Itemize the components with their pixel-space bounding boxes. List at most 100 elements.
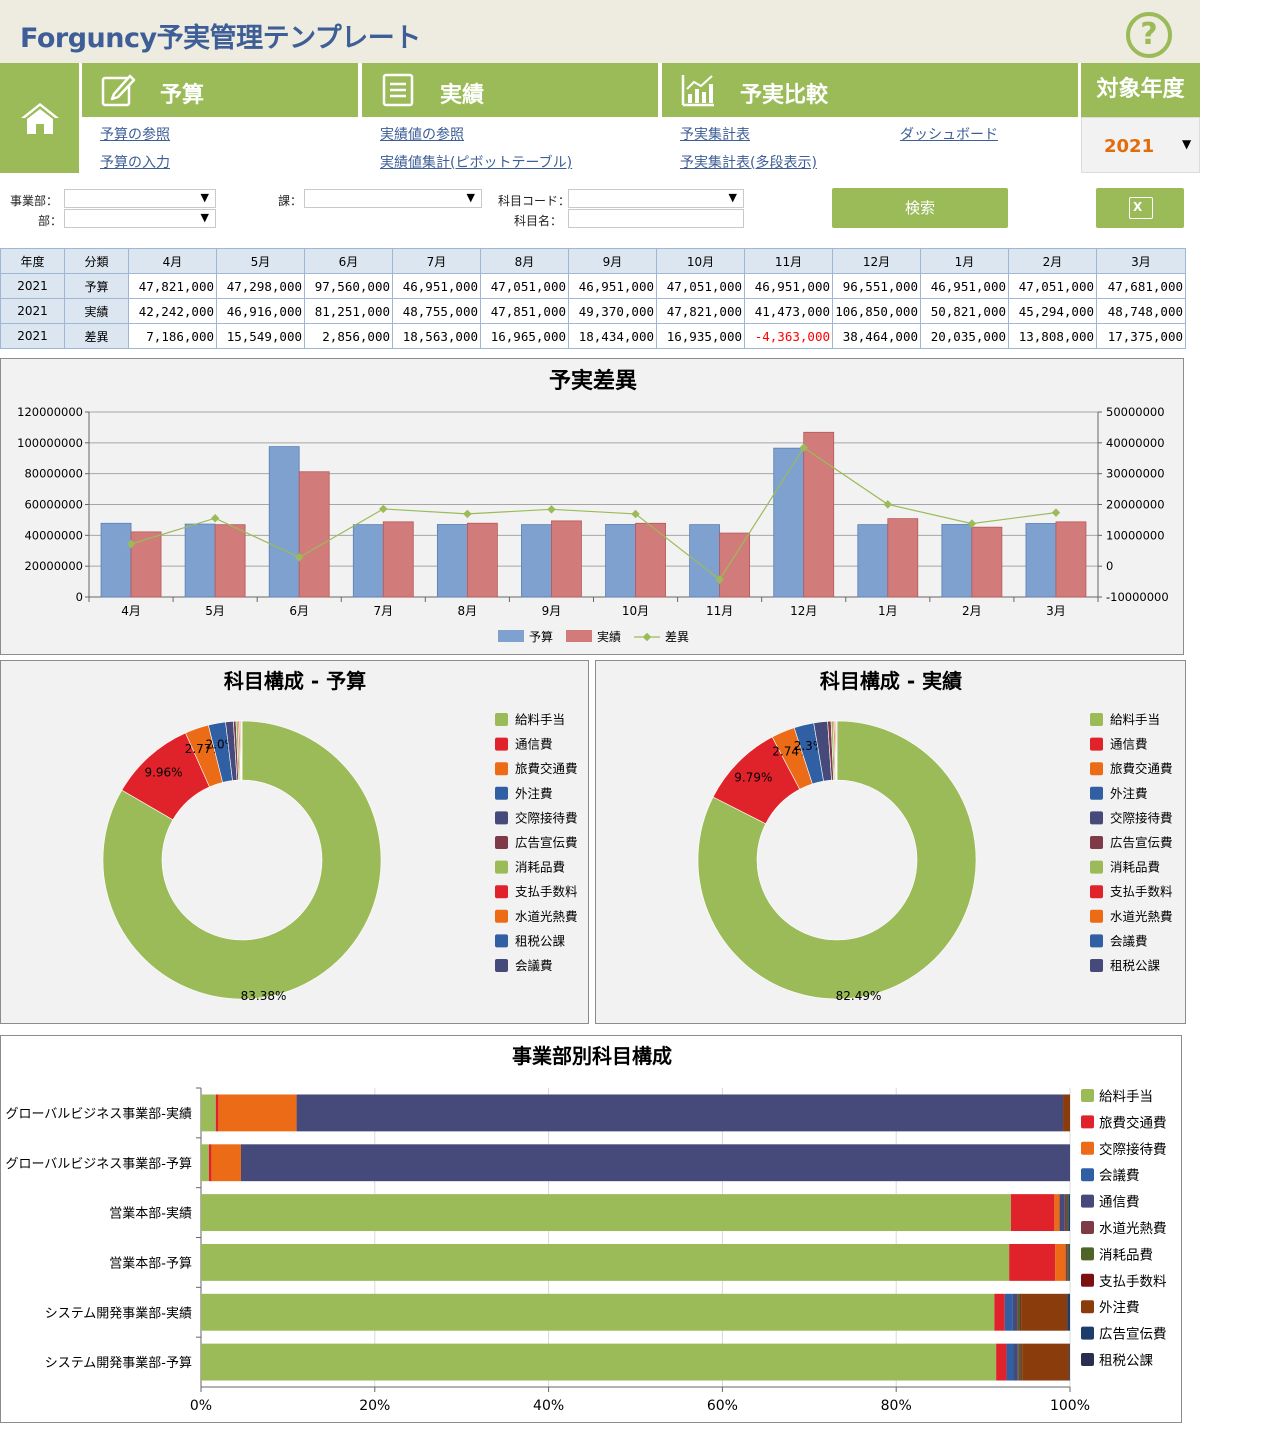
table-cell: 47,051,000 [480, 273, 569, 299]
table-cell: 45,294,000 [1008, 298, 1097, 324]
link-budget-input[interactable]: 予算の入力 [100, 152, 170, 172]
legend-label: 給料手当 [1110, 712, 1160, 727]
table-cell: 7,186,000 [128, 323, 217, 349]
bar-segment-広告宣伝費 [1068, 1194, 1070, 1232]
link-budget-view[interactable]: 予算の参照 [100, 124, 170, 144]
table-cell: 2021 [0, 323, 65, 349]
link-summary-table[interactable]: 予実集計表 [680, 124, 750, 144]
code-select[interactable]: ▼ [568, 189, 744, 208]
bar-segment-通信費 [296, 1094, 1064, 1132]
table-cell: 15,549,000 [216, 323, 305, 349]
excel-export-button[interactable]: X [1096, 188, 1184, 228]
edit-icon [101, 74, 136, 107]
table-header-cell: 8月 [480, 248, 569, 274]
legend-label: 消耗品費 [1099, 1247, 1153, 1263]
bar-segment-消耗品費 [1066, 1194, 1069, 1232]
chevron-down-icon: ▼ [1182, 137, 1192, 151]
division-select[interactable]: ▼ [64, 189, 216, 208]
table-cell: 20,035,000 [920, 323, 1009, 349]
table-cell: 16,935,000 [656, 323, 745, 349]
nav-budget-label: 予算 [160, 83, 205, 108]
help-icon[interactable]: ? [1126, 12, 1172, 58]
point-差異 [463, 509, 472, 519]
bar-実績 [466, 522, 498, 598]
nav-budget-links: 予算の参照 予算の入力 [82, 117, 358, 173]
list-icon [382, 73, 414, 107]
name-input[interactable] [568, 209, 744, 228]
table-cell: 47,851,000 [480, 298, 569, 324]
bar-実績 [1055, 521, 1087, 598]
point-差異 [210, 513, 220, 523]
legend-swatch [1081, 1273, 1094, 1287]
budget-donut-chart: 科目構成 - 予算83.38%9.96%2.77%2.0%給料手当通信費旅費交通… [102, 669, 578, 1003]
nav-compare[interactable]: 予実比較 [662, 63, 1078, 117]
table-cell: 42,242,000 [128, 298, 217, 324]
nav-actual[interactable]: 実績 [362, 63, 658, 117]
home-button[interactable] [0, 63, 79, 173]
bar-segment-外注費 [1022, 1343, 1070, 1381]
legend-swatch [1081, 1115, 1094, 1129]
link-actual-view[interactable]: 実績値の参照 [380, 124, 464, 144]
bar-segment-広告宣伝費 [1067, 1293, 1070, 1331]
actual-donut-chart: 科目構成 - 実績82.49%9.79%2.74%2.3%給料手当通信費旅費交通… [697, 669, 1173, 1003]
legend-label: 旅費交通費 [1099, 1114, 1167, 1131]
y-tick-label-right: 0 [1106, 559, 1113, 573]
bar-segment-水道光熱費 [1016, 1293, 1018, 1331]
slice-label: 82.49% [836, 989, 882, 1003]
slice-label: 9.96% [144, 766, 182, 780]
bar-segment-旅費交通費 [996, 1343, 1007, 1381]
excel-icon: X [1129, 197, 1153, 219]
budget-donut-panel: 科目構成 - 予算 83.38% 9.96% 2.77% 2.0% 給料手当 通信費 旅費交通… [0, 660, 589, 1024]
table-cell: 47,051,000 [656, 273, 745, 299]
section-select[interactable]: ▼ [304, 189, 482, 208]
legend-label: 租税公課 [515, 933, 566, 948]
bar-実績 [130, 531, 162, 598]
x-tick-label: 1月 [878, 604, 898, 618]
bar-予算 [184, 523, 216, 598]
table-cell: -4,363,000 [744, 323, 833, 349]
bar-予算 [436, 524, 468, 598]
legend-label: 消耗品費 [1110, 860, 1160, 875]
bar-segment-会議費 [1004, 1293, 1013, 1331]
nav-actual-links: 実績値の参照 実績値集計(ピボットテーブル) [362, 117, 658, 173]
bar-実績 [803, 431, 835, 598]
y-tick-label: グローバルビジネス事業部-実績 [5, 1106, 192, 1122]
link-dashboard[interactable]: ダッシュボード [900, 124, 998, 144]
bar-segment-通信費 [1012, 1293, 1017, 1331]
y-tick-label: システム開発事業部-予算 [45, 1355, 192, 1371]
legend-label: 実績 [597, 629, 621, 644]
legend-swatch [1090, 909, 1103, 923]
legend-swatch [1081, 1300, 1094, 1314]
table-cell: 17,375,000 [1096, 323, 1186, 349]
nav-budget[interactable]: 予算 [82, 63, 358, 117]
x-tick-label: 9月 [542, 604, 562, 618]
chevron-down-icon: ▼ [200, 211, 209, 224]
legend-swatch [1081, 1326, 1094, 1340]
legend-swatch [1081, 1247, 1094, 1261]
chart-icon [681, 75, 714, 107]
dept-select[interactable]: ▼ [64, 209, 216, 228]
table-cell: 16,965,000 [480, 323, 569, 349]
legend-label: 給料手当 [1099, 1089, 1153, 1105]
x-tick-label: 2月 [962, 604, 982, 618]
legend-label: 消耗品費 [515, 860, 565, 875]
legend-label: 外注費 [1099, 1300, 1140, 1316]
bar-segment-外注費 [1063, 1094, 1070, 1132]
link-actual-pivot[interactable]: 実績値集計(ピボットテーブル) [380, 152, 572, 172]
y-tick-label-right: 40000000 [1106, 436, 1165, 450]
link-summary-multi[interactable]: 予実集計表(多段表示) [680, 152, 817, 172]
search-button[interactable]: 検索 [832, 188, 1008, 228]
legend-swatch [498, 630, 524, 642]
year-select[interactable]: 2021 ▼ [1081, 117, 1200, 173]
table-header-cell: 分類 [64, 248, 129, 274]
legend-label: 支払手数料 [1099, 1274, 1167, 1290]
legend-label: 交際接待費 [1099, 1141, 1167, 1158]
bar-segment-通信費 [1059, 1194, 1065, 1232]
bar-segment-会議費 [1006, 1343, 1014, 1381]
home-icon [21, 103, 59, 134]
table-header-cell: 2月 [1008, 248, 1097, 274]
y-tick-label: グローバルビジネス事業部-予算 [5, 1156, 192, 1172]
variance-chart: 予実差異 0 20000000 40000000 60000000 80000000 100… [17, 368, 1169, 644]
legend-label: 給料手当 [515, 712, 565, 727]
bar-予算 [521, 524, 552, 598]
